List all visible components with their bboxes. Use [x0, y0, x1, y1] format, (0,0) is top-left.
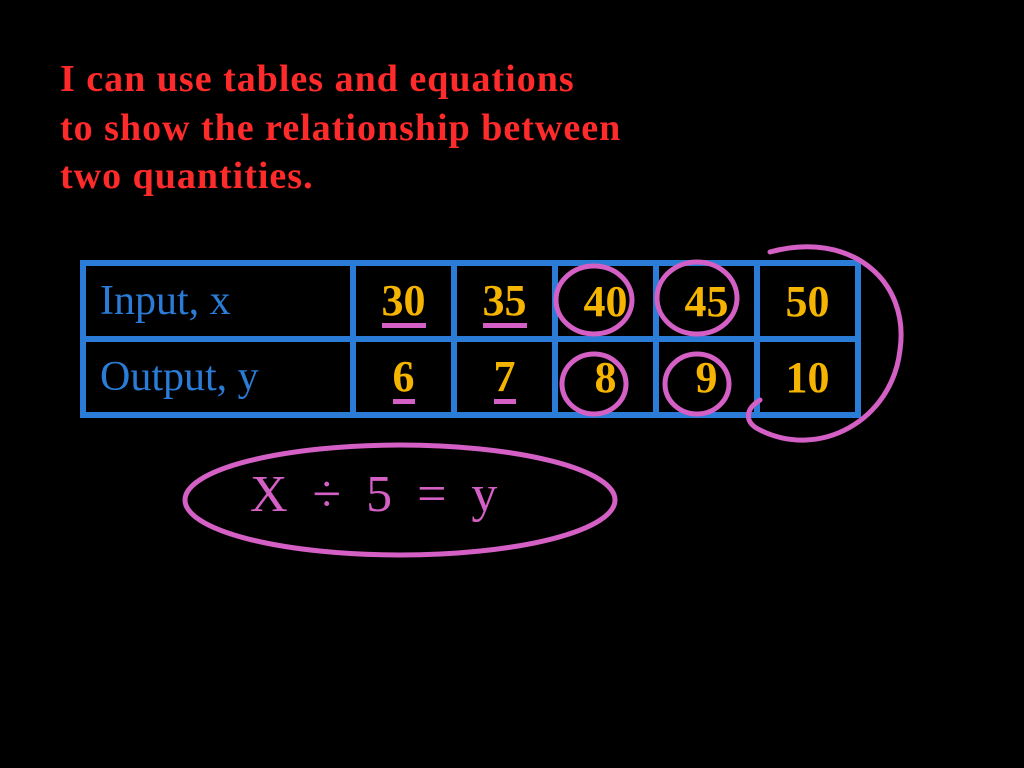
table-row: Output, y 6 7 8 9 10	[83, 339, 858, 415]
cell-y5: 10	[757, 339, 858, 415]
whiteboard-canvas: I can use tables and equations to show t…	[0, 0, 1024, 768]
row-label-input: Input, x	[83, 263, 353, 339]
cell-y2: 7	[454, 339, 555, 415]
cell-y4: 9	[656, 339, 757, 415]
cell-x1: 30	[353, 263, 454, 339]
cell-x2: 35	[454, 263, 555, 339]
title-line-2: to show the relationship between	[60, 104, 980, 153]
cell-x4: 45	[656, 263, 757, 339]
cell-y1: 6	[353, 339, 454, 415]
lesson-title: I can use tables and equations to show t…	[60, 55, 980, 201]
row-label-output: Output, y	[83, 339, 353, 415]
table-row: Input, x 30 35 40 45 50	[83, 263, 858, 339]
io-table: Input, x 30 35 40 45 50 Output, y 6 7 8 …	[80, 260, 861, 418]
equation-text: X ÷ 5 = y	[250, 465, 503, 524]
title-line-1: I can use tables and equations	[60, 55, 980, 104]
title-line-3: two quantities.	[60, 152, 980, 201]
cell-x5: 50	[757, 263, 858, 339]
cell-x3: 40	[555, 263, 656, 339]
cell-y3: 8	[555, 339, 656, 415]
